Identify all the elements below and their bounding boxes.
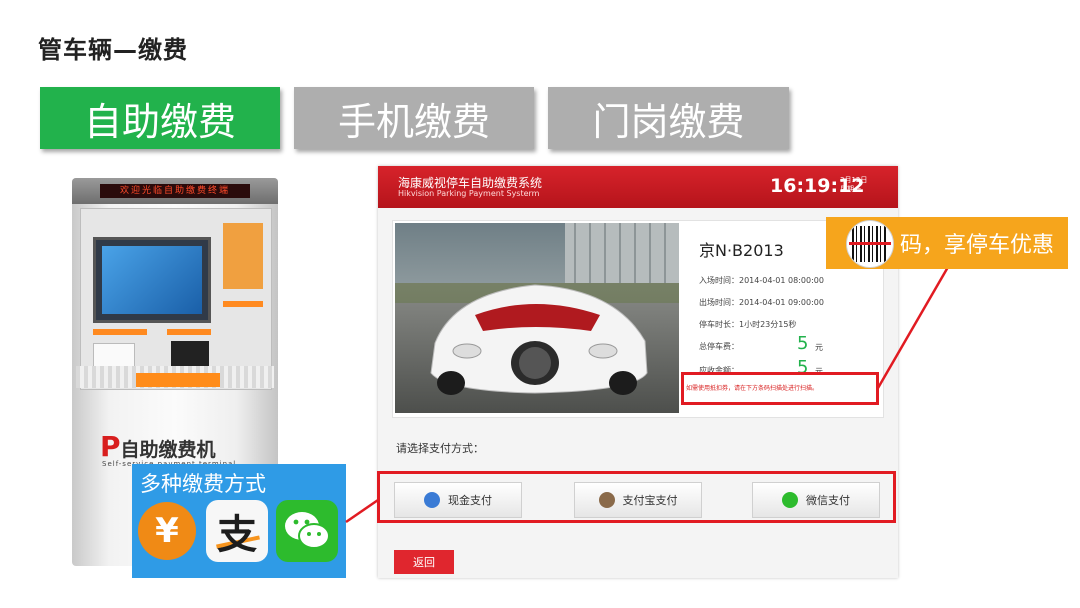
yuan-icon: ¥ (136, 500, 198, 562)
entry-time: 入场时间：2014-04-01 08:00:00 (699, 276, 824, 285)
license-plate: 京N·B2013 (699, 241, 784, 260)
page-title: 管车辆—缴费 (38, 36, 188, 64)
kiosk-led-text: 欢迎光临自助缴费终端 (119, 186, 230, 196)
tab-mobile[interactable]: 手机缴费 (294, 87, 534, 149)
clock-date: 3月12日 星期一 (840, 176, 867, 194)
kiosk-screen (93, 237, 211, 323)
car-photo (395, 223, 679, 413)
total-fee-value: 5 (797, 333, 809, 354)
app-subtitle: Hikvision Parking Payment Systerm (398, 189, 540, 198)
kiosk-card-reader (223, 223, 263, 289)
kiosk-led-display: 欢迎光临自助缴费终端 (100, 184, 250, 198)
payment-methods-title: 多种缴费方式 (140, 472, 266, 496)
coupon-callout: 码，享停车优惠 (826, 217, 1068, 269)
kiosk-slot (223, 301, 263, 307)
total-fee-unit: 元 (815, 343, 823, 352)
alipay-glyph: 支 (217, 512, 257, 558)
kiosk-top: 欢迎光临自助缴费终端 (72, 178, 278, 204)
clock-weekday: 星期一 (840, 185, 861, 193)
kiosk-logo: P自助缴费机 (100, 430, 216, 463)
payment-options-highlight-box (377, 471, 896, 523)
callout-text: 码，享停车优惠 (900, 233, 1055, 258)
kiosk-coin-slot (136, 373, 220, 387)
kiosk-slot (167, 329, 211, 335)
parking-duration: 停车时长：1小时23分15秒 (699, 320, 797, 329)
yuan-symbol: ¥ (138, 502, 196, 560)
coupon-highlight-box (681, 372, 879, 405)
kiosk-panel (80, 208, 272, 390)
exit-time: 出场时间：2014-04-01 09:00:00 (699, 298, 824, 307)
tab-gate[interactable]: 门岗缴费 (548, 87, 789, 149)
clock-day: 3月12日 (840, 176, 868, 184)
kiosk-slot (93, 329, 147, 335)
payment-methods-panel: 多种缴费方式 ¥ 支 (132, 464, 346, 578)
wechat-icon (276, 500, 338, 562)
back-button[interactable]: 返回 (394, 550, 454, 574)
alipay-icon: 支 (206, 500, 268, 562)
tab-self-service[interactable]: 自助缴费 (40, 87, 280, 149)
kiosk-logo-text: 自助缴费机 (120, 439, 216, 461)
payment-select-label: 请选择支付方式： (396, 442, 484, 455)
barcode-icon (846, 220, 894, 268)
app-header: 海康威视停车自助缴费系统 Hikvision Parking Payment S… (378, 166, 898, 208)
total-fee-label: 总停车费： (699, 342, 739, 351)
kiosk-logo-mark: P (100, 430, 121, 463)
